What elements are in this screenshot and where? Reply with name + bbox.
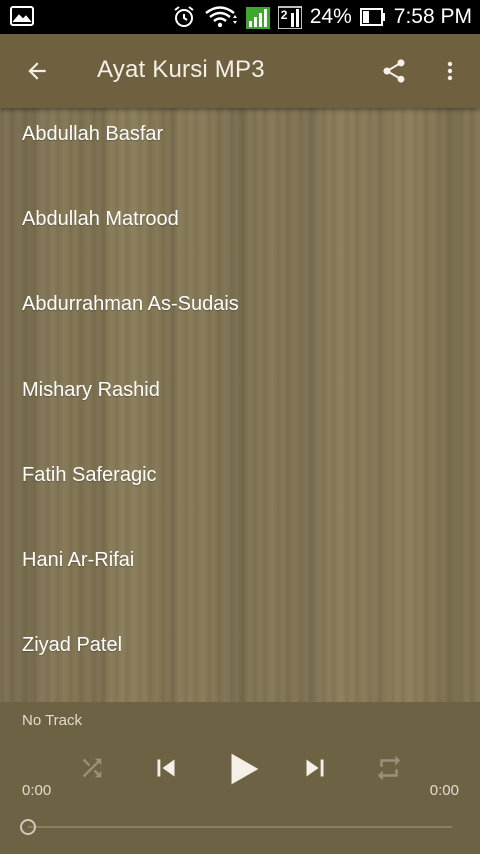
previous-button[interactable]	[145, 748, 187, 788]
duration-time: 0:00	[429, 782, 459, 799]
shuffle-icon	[82, 758, 102, 778]
list-item[interactable]: Ziyad Patel	[0, 619, 480, 702]
signal-icon	[245, 7, 270, 29]
elapsed-time: 0:00	[22, 782, 52, 799]
battery-icon	[359, 8, 385, 26]
more-options-button[interactable]	[428, 48, 472, 94]
list-item-label: Ziyad Patel	[22, 634, 123, 656]
share-icon	[383, 59, 405, 83]
photo-notification-icon	[10, 6, 34, 26]
back-arrow-icon	[28, 62, 46, 80]
list-item[interactable]: Abdurrahman As-Sudais	[0, 278, 480, 363]
skip-previous-icon	[157, 759, 175, 777]
list-item[interactable]: Fatih Saferagic	[0, 449, 480, 534]
repeat-icon	[377, 755, 401, 781]
list-item-label: Mishary Rashid	[22, 379, 160, 401]
back-button[interactable]	[14, 48, 60, 94]
clock: 7:58 PM	[393, 5, 472, 28]
player-panel: No Track 0:00 0:00	[0, 702, 480, 854]
battery-percentage: 24%	[309, 5, 352, 28]
status-icons: 2 24% 7:58 PM	[172, 0, 472, 34]
signal-2-icon: 2	[277, 5, 302, 29]
list-item[interactable]: Abdullah Matrood	[0, 193, 480, 278]
list-item[interactable]: Mishary Rashid	[0, 364, 480, 449]
repeat-button[interactable]	[368, 748, 410, 788]
track-name: No Track	[22, 712, 83, 729]
list-item-label: Abdullah Basfar	[22, 123, 164, 145]
list-item[interactable]: Hani Ar-Rifai	[0, 534, 480, 619]
alarm-icon	[174, 6, 194, 27]
status-bar: 2 24% 7:58 PM	[0, 0, 480, 34]
sim-slot-label: 2	[280, 8, 288, 22]
seek-thumb[interactable]	[20, 819, 36, 835]
reciter-list: Abdullah Basfar Abdullah Matrood Abdurra…	[0, 108, 480, 702]
list-item-label: Hani Ar-Rifai	[22, 549, 135, 571]
share-button[interactable]	[370, 48, 418, 94]
list-item[interactable]: Abdullah Basfar	[0, 108, 480, 193]
skip-next-icon	[306, 759, 324, 777]
seek-bar[interactable]	[28, 826, 452, 828]
wifi-icon	[204, 6, 237, 28]
more-vert-icon	[447, 61, 453, 81]
page-title: Ayat Kursi MP3	[97, 56, 265, 83]
app-bar: Ayat Kursi MP3	[0, 34, 480, 108]
list-item-label: Fatih Saferagic	[22, 464, 157, 486]
play-button[interactable]	[220, 746, 266, 792]
shuffle-button[interactable]	[72, 748, 112, 788]
list-item-label: Abdullah Matrood	[22, 208, 179, 230]
next-button[interactable]	[294, 748, 336, 788]
list-item-label: Abdurrahman As-Sudais	[22, 293, 239, 315]
play-icon	[231, 753, 259, 785]
